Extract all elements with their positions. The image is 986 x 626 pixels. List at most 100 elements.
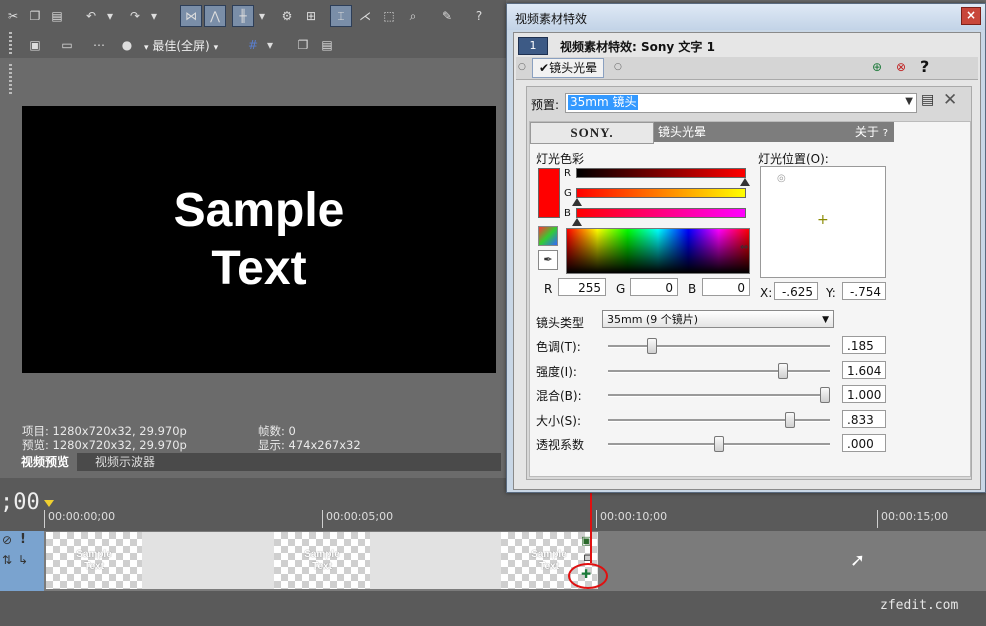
external-monitor-icon[interactable]: ▭: [56, 34, 78, 56]
preset-select[interactable]: 35mm 镜头 ▼: [565, 93, 917, 113]
video-event-fx-dialog: 视频素材特效 × 1 视频素材特效: Sony 文字 1 ○ ✔镜头光晕 ○ ⊕…: [506, 3, 986, 493]
preset-label: 预置:: [531, 98, 560, 112]
thumb-text: Sample: [76, 548, 112, 560]
selection-tool-icon[interactable]: ⬚: [378, 5, 400, 27]
b-value-input[interactable]: 0: [702, 278, 750, 296]
zoom-tool-icon[interactable]: ⌕: [402, 5, 424, 27]
slider-track[interactable]: [608, 345, 830, 348]
r-value-input[interactable]: 255: [558, 278, 606, 296]
b-channel-bar[interactable]: [576, 208, 746, 218]
slider-thumb[interactable]: [784, 411, 795, 428]
quality-select[interactable]: ▾ 最佳(全屏) ▾: [144, 37, 218, 54]
redo-dropdown-icon[interactable]: ▾: [148, 5, 160, 27]
channel-label-g: G: [564, 188, 572, 199]
solo-icon[interactable]: !: [20, 532, 26, 547]
about-button[interactable]: 关于 ?: [855, 122, 888, 144]
track-header[interactable]: ⊘ ! ⇅ ↳: [0, 531, 45, 591]
color-palette-icon[interactable]: [538, 226, 558, 246]
enable-check-icon[interactable]: ✔: [539, 61, 549, 75]
r-channel-marker[interactable]: [740, 178, 750, 186]
preview-text-line1: Sample: [173, 183, 345, 237]
add-plugin-icon[interactable]: ⊕: [872, 60, 882, 74]
normal-edit-tool-icon[interactable]: ⌶: [330, 5, 352, 27]
y-position-input[interactable]: -.754: [842, 282, 886, 300]
track-motion-icon[interactable]: ⇅: [2, 553, 12, 567]
clip-thumbnail: Sample Text: [46, 532, 142, 589]
copy-icon[interactable]: ❐: [24, 5, 46, 27]
preview-tabs: 视频预览 视频示波器: [13, 453, 501, 471]
overlays-icon[interactable]: ●: [116, 34, 138, 56]
main-toolbar: ✂ ❐ ▤ ↶ ▾ ↷ ▾ ⋈ ⋀ ╫ ▾ ⚙ ⊞ ⌶ ⋌ ⬚ ⌕ ✎ ?: [0, 0, 506, 31]
lens-type-select[interactable]: 35mm (9 个镜片) ▼: [602, 310, 834, 328]
channel-label-r: R: [564, 168, 571, 179]
ripple-edit-icon[interactable]: ╫: [232, 5, 254, 27]
snap-icon[interactable]: ⋈: [180, 5, 202, 27]
tab-video-scopes[interactable]: 视频示波器: [87, 453, 163, 471]
plugin-header: 镜头光晕 关于 ?: [654, 122, 894, 142]
ignore-grouping-icon[interactable]: ⊞: [300, 5, 322, 27]
color-swatch[interactable]: [538, 168, 560, 218]
slider-thumb[interactable]: [647, 338, 658, 354]
save-preset-icon[interactable]: ▤: [921, 92, 934, 108]
slider-value-input[interactable]: .833: [842, 409, 886, 428]
light-source-icon[interactable]: ◎: [777, 173, 786, 184]
remove-plugin-icon[interactable]: ⊗: [896, 60, 906, 74]
track-fx-icon[interactable]: ↳: [18, 553, 28, 567]
ripple-dropdown-icon[interactable]: ▾: [256, 5, 268, 27]
b-label: B: [688, 282, 697, 296]
preview-properties-icon[interactable]: ▣: [24, 34, 46, 56]
eyedropper-icon[interactable]: ✒: [538, 250, 558, 270]
cut-icon[interactable]: ✂: [2, 5, 24, 27]
x-position-input[interactable]: -.625: [774, 282, 818, 300]
slider-thumb[interactable]: [777, 362, 788, 379]
paste-icon[interactable]: ▤: [46, 5, 68, 27]
undo-dropdown-icon[interactable]: ▾: [104, 5, 116, 27]
delete-preset-icon[interactable]: ✕: [943, 90, 957, 110]
chain-title: 视频素材特效: Sony 文字 1: [560, 40, 715, 54]
g-channel-marker[interactable]: [572, 198, 582, 206]
envelope-tool-icon[interactable]: ⋌: [354, 5, 376, 27]
paint-brush-icon[interactable]: ✎: [436, 5, 458, 27]
text-clip[interactable]: Sample Text Sample Text Sample Text ▣ ⊏ ✚: [46, 532, 598, 589]
slider-value-input[interactable]: .185: [842, 336, 886, 354]
slider-value-input[interactable]: .000: [842, 434, 886, 452]
slider-track[interactable]: [608, 418, 830, 422]
lock-envelopes-icon[interactable]: ⚙: [276, 5, 298, 27]
slider-value-input[interactable]: 1.000: [842, 385, 886, 403]
slider-track[interactable]: [608, 369, 830, 373]
b-channel-marker[interactable]: [572, 218, 582, 226]
close-icon[interactable]: ×: [961, 7, 981, 25]
slider-thumb[interactable]: [714, 436, 724, 452]
chain-number-badge[interactable]: 1: [518, 37, 548, 55]
help-icon[interactable]: ?: [920, 57, 929, 76]
r-channel-bar[interactable]: [576, 168, 746, 178]
redo-icon[interactable]: ↷: [124, 5, 146, 27]
light-position-pad[interactable]: ◎ +: [760, 166, 886, 278]
marker-icon[interactable]: [44, 500, 54, 507]
timeline-ruler[interactable]: 00:00:00;00 00:00:05;00 00:00:10;00 00:0…: [44, 510, 986, 530]
grid-icon[interactable]: #: [242, 34, 264, 56]
slider-thumb[interactable]: [820, 387, 830, 403]
color-spectrum[interactable]: [566, 228, 750, 274]
fx-chain-item-lens-flare[interactable]: ✔镜头光晕: [532, 58, 605, 78]
ruler-tick: 00:00:00;00: [44, 510, 115, 528]
whats-this-help-icon[interactable]: ?: [468, 5, 490, 27]
toolbar-grip[interactable]: [9, 32, 12, 54]
undo-icon[interactable]: ↶: [80, 5, 102, 27]
g-value-input[interactable]: 0: [630, 278, 678, 296]
slider-track[interactable]: [608, 394, 830, 397]
copy-snapshot-icon[interactable]: ❐: [292, 34, 314, 56]
sony-logo: SONY.: [530, 122, 654, 144]
grid-dropdown-icon[interactable]: ▾: [264, 34, 276, 56]
auto-crossfade-icon[interactable]: ⋀: [204, 5, 226, 27]
mute-icon[interactable]: ⊘: [2, 533, 12, 547]
split-screen-icon[interactable]: ⋯: [88, 34, 110, 56]
highlight-circle: [568, 563, 608, 589]
preview-grip[interactable]: [9, 64, 12, 94]
dialog-titlebar[interactable]: 视频素材特效 ×: [507, 4, 985, 30]
tab-video-preview[interactable]: 视频预览: [13, 453, 78, 471]
slider-value-input[interactable]: 1.604: [842, 360, 886, 379]
g-channel-bar[interactable]: [576, 188, 746, 198]
preview-text-line2: Text: [211, 241, 307, 295]
save-snapshot-icon[interactable]: ▤: [316, 34, 338, 56]
